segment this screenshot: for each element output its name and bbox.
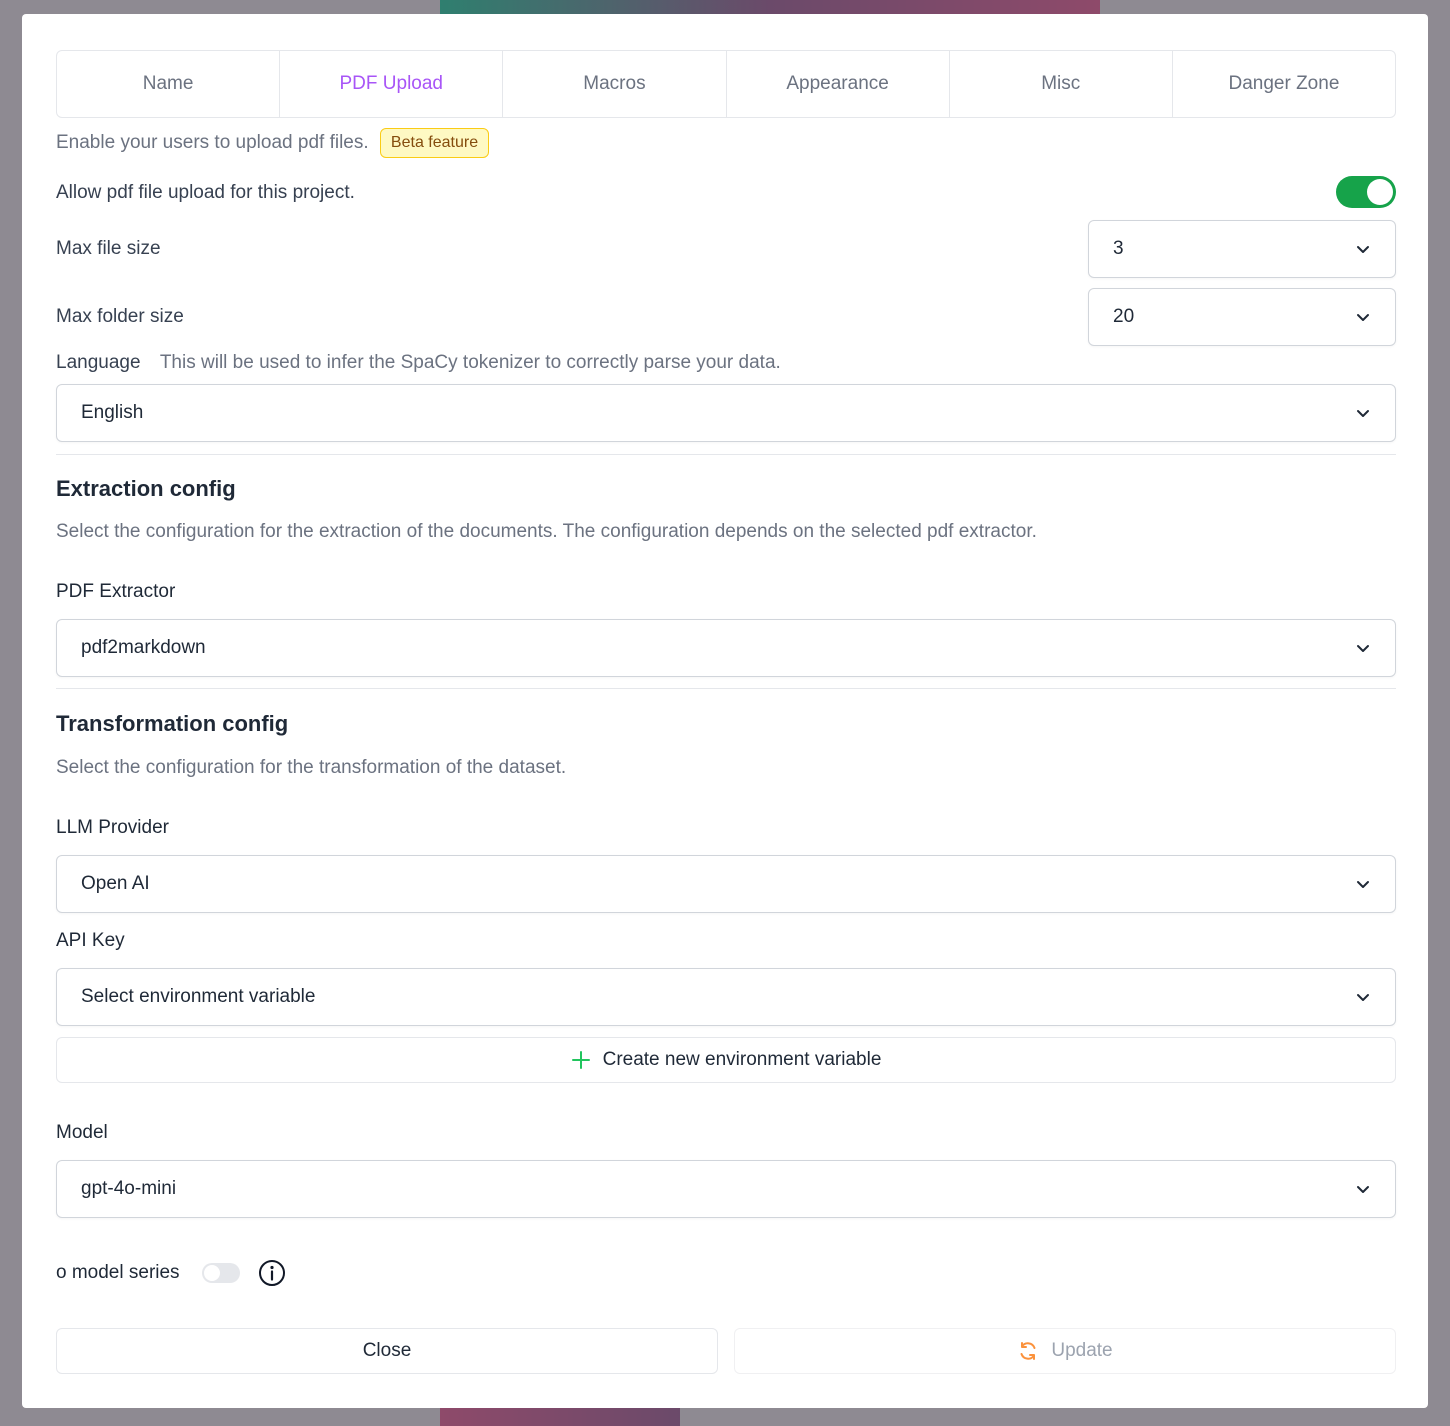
intro-text: Enable your users to upload pdf files. <box>56 132 369 154</box>
update-button-label: Update <box>1051 1340 1113 1361</box>
close-button-label: Close <box>362 1340 412 1361</box>
info-icon[interactable] <box>258 1259 286 1287</box>
chevron-down-icon <box>1357 410 1369 417</box>
model-value: gpt-4o-mini <box>81 1178 177 1199</box>
tab-danger-zone[interactable]: Danger Zone <box>1173 51 1395 117</box>
o-model-series-toggle[interactable] <box>202 1263 240 1283</box>
chevron-down-icon <box>1357 1186 1369 1193</box>
api-key-label: API Key <box>56 930 125 951</box>
chevron-down-icon <box>1357 994 1369 1001</box>
pdf-extractor-select[interactable]: pdf2markdown <box>56 619 1396 677</box>
max-folder-size-value: 20 <box>1113 306 1135 327</box>
tab-pdf-upload[interactable]: PDF Upload <box>280 51 504 117</box>
language-select[interactable]: English <box>56 384 1396 442</box>
intro-row: Enable your users to upload pdf files. B… <box>56 128 490 158</box>
plus-icon <box>571 1051 590 1069</box>
toggle-knob <box>1367 179 1393 205</box>
max-folder-size-label: Max folder size <box>56 306 184 327</box>
max-file-size-select[interactable]: 3 <box>1088 220 1396 278</box>
section-divider <box>56 454 1396 455</box>
settings-modal: Name PDF Upload Macros Appearance Misc D… <box>22 14 1428 1408</box>
model-label: Model <box>56 1122 108 1143</box>
language-hint: This will be used to infer the SpaCy tok… <box>159 352 781 373</box>
create-env-variable-label: Create new environment variable <box>602 1049 882 1070</box>
refresh-icon <box>1020 1342 1036 1360</box>
chevron-down-icon <box>1357 314 1369 321</box>
o-model-series-label: o model series <box>56 1262 180 1283</box>
tab-macros[interactable]: Macros <box>503 51 727 117</box>
chevron-down-icon <box>1357 645 1369 652</box>
update-button[interactable]: Update <box>734 1328 1396 1374</box>
tab-appearance[interactable]: Appearance <box>727 51 950 117</box>
language-value: English <box>81 402 144 423</box>
beta-badge: Beta feature <box>379 128 490 158</box>
api-key-value: Select environment variable <box>81 986 316 1007</box>
llm-provider-select[interactable]: Open AI <box>56 855 1396 913</box>
llm-provider-value: Open AI <box>81 873 150 894</box>
chevron-down-icon <box>1357 246 1369 253</box>
transformation-description: Select the configuration for the transfo… <box>56 757 567 778</box>
allow-upload-toggle[interactable] <box>1336 176 1396 208</box>
extraction-title: Extraction config <box>56 476 236 501</box>
model-select[interactable]: gpt-4o-mini <box>56 1160 1396 1218</box>
create-env-variable-button[interactable]: Create new environment variable <box>56 1037 1396 1083</box>
chevron-down-icon <box>1357 881 1369 888</box>
extraction-description: Select the configuration for the extract… <box>56 521 1037 542</box>
pdf-extractor-value: pdf2markdown <box>81 637 206 658</box>
max-file-size-value: 3 <box>1113 238 1124 259</box>
api-key-select[interactable]: Select environment variable <box>56 968 1396 1026</box>
transformation-title: Transformation config <box>56 711 289 736</box>
llm-provider-label: LLM Provider <box>56 817 169 838</box>
max-folder-size-select[interactable]: 20 <box>1088 288 1396 346</box>
toggle-knob <box>204 1265 220 1281</box>
section-divider <box>56 688 1396 689</box>
tab-bar: Name PDF Upload Macros Appearance Misc D… <box>56 50 1396 118</box>
language-label: Language <box>56 352 141 373</box>
tab-misc[interactable]: Misc <box>950 51 1173 117</box>
tab-name[interactable]: Name <box>57 51 281 117</box>
close-button[interactable]: Close <box>56 1328 718 1374</box>
language-row: Language This will be used to infer the … <box>56 352 781 374</box>
max-file-size-label: Max file size <box>56 238 161 259</box>
backdrop-gradient-bottom <box>440 1406 680 1426</box>
allow-upload-label: Allow pdf file upload for this project. <box>56 182 355 203</box>
pdf-extractor-label: PDF Extractor <box>56 581 176 602</box>
